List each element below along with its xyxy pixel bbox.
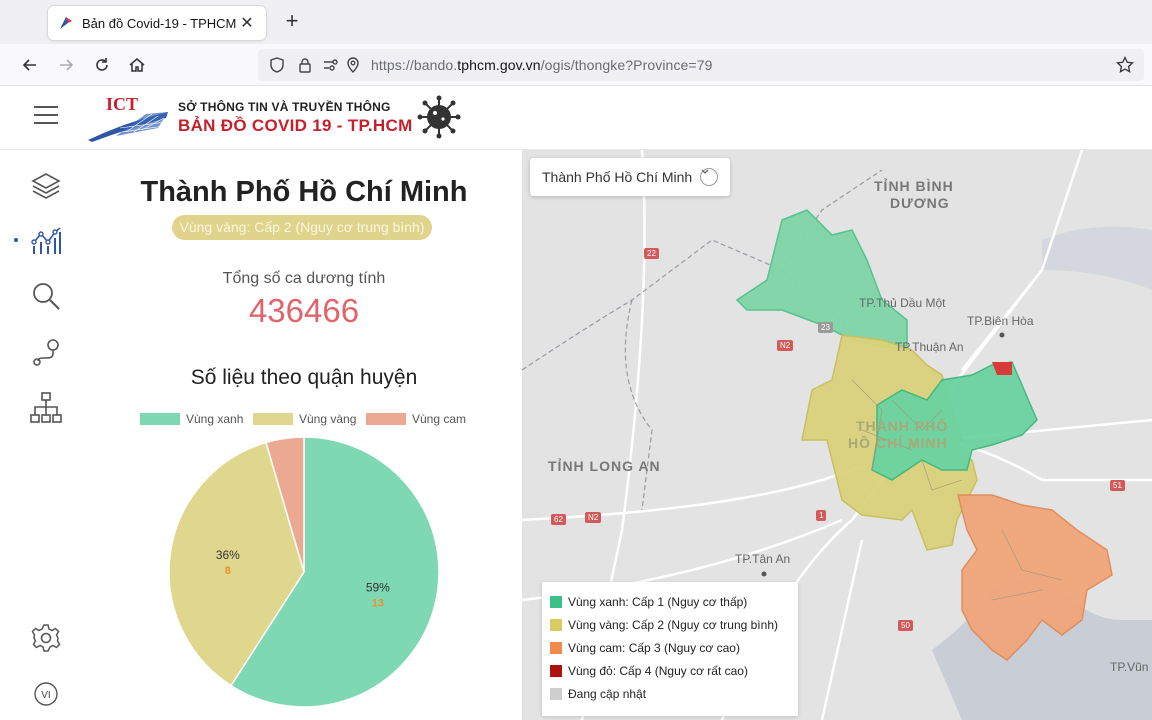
road-badge: 23 bbox=[818, 322, 833, 333]
tab-title: Bản đồ Covid-19 - TPHCM bbox=[82, 15, 237, 31]
shield-icon[interactable] bbox=[268, 56, 286, 74]
active-indicator bbox=[14, 238, 18, 242]
permissions-icon[interactable] bbox=[322, 56, 340, 74]
chevron-down-icon[interactable] bbox=[700, 168, 718, 186]
back-icon[interactable] bbox=[17, 52, 43, 78]
map-label-thu-dau-mot: TP.Thủ Dầu Một bbox=[859, 296, 946, 310]
tan-an-marker bbox=[761, 571, 767, 577]
map-legend: Vùng xanh: Cấp 1 (Nguy cơ thấp) Vùng vàng… bbox=[542, 582, 798, 716]
lake-area bbox=[1042, 226, 1152, 290]
site-header: ICT SỞ THÔNG TIN VÀ TRUYỀN THÔNG BẢN ĐỒ … bbox=[0, 86, 1152, 150]
ict-logo: ICT bbox=[88, 94, 168, 142]
home-icon[interactable] bbox=[124, 52, 150, 78]
pie-percent-label: 59% bbox=[366, 581, 390, 595]
map-legend-swatch bbox=[550, 641, 562, 654]
map-label-hcm-1: THÀNH PHỐ bbox=[856, 418, 949, 434]
map-legend-item: Vùng đỏ: Cấp 4 (Nguy cơ rất cao) bbox=[550, 659, 790, 682]
map-legend-item: Vùng xanh: Cấp 1 (Nguy cơ thấp) bbox=[550, 590, 790, 613]
site-favicon-icon bbox=[60, 17, 72, 29]
road-badge: 50 bbox=[898, 620, 913, 631]
road-badge: N2 bbox=[585, 512, 602, 523]
map-label-binh-duong-2: DƯƠNG bbox=[890, 195, 950, 211]
road-badge: 62 bbox=[551, 514, 566, 525]
location-icon[interactable] bbox=[344, 56, 362, 74]
search-icon[interactable] bbox=[28, 278, 64, 314]
url-domain: tphcm.gov.vn bbox=[457, 57, 541, 73]
url-path: /ogis/thongke?Province=79 bbox=[540, 57, 713, 73]
app-title: BẢN ĐỒ COVID 19 - TP.HCM bbox=[178, 116, 413, 135]
map-legend-item: Đang cập nhật bbox=[550, 682, 790, 705]
org-chart-icon[interactable] bbox=[28, 390, 64, 426]
map-label-bien-hoa: TP.Biên Hòa bbox=[967, 314, 1034, 328]
url-prefix: https://bando. bbox=[371, 57, 458, 73]
map-legend-swatch bbox=[550, 687, 562, 700]
map-view[interactable]: Thành Phố Hồ Chí Minh TỈNH BÌNH DƯƠNG TP… bbox=[522, 150, 1152, 720]
map-label-hcm-2: HỒ CHÍ MINH bbox=[848, 435, 948, 451]
map-legend-label: Đang cập nhật bbox=[568, 686, 647, 701]
layers-icon[interactable] bbox=[28, 168, 64, 204]
org-name: SỞ THÔNG TIN VÀ TRUYỀN THÔNG bbox=[178, 100, 391, 114]
map-label-long-an: TỈNH LONG AN bbox=[548, 458, 661, 474]
reload-icon[interactable] bbox=[89, 52, 115, 78]
map-legend-label: Vùng vàng: Cấp 2 (Nguy cơ trung bình) bbox=[568, 617, 778, 632]
map-legend-item: Vùng vàng: Cấp 2 (Nguy cơ trung bình) bbox=[550, 613, 790, 636]
new-tab-icon[interactable]: + bbox=[280, 10, 304, 34]
map-legend-item: Vùng cam: Cấp 3 (Nguy cơ cao) bbox=[550, 636, 790, 659]
pie-count-label: 8 bbox=[225, 565, 231, 577]
map-label-thuan-an: TP.Thuận An bbox=[895, 340, 964, 354]
pie-count-label: 13 bbox=[372, 598, 384, 610]
map-legend-swatch bbox=[550, 618, 562, 631]
road-badge: 1 bbox=[816, 510, 827, 521]
browser-nav-bar: https://bando.tphcm.gov.vn/ogis/thongke?… bbox=[0, 44, 1152, 86]
road-badge: 22 bbox=[644, 248, 659, 259]
browser-tab[interactable]: Bản đồ Covid-19 - TPHCM ✕ bbox=[48, 6, 266, 40]
forward-icon[interactable] bbox=[53, 52, 79, 78]
tab-close-icon[interactable]: ✕ bbox=[238, 13, 256, 33]
map-legend-label: Vùng xanh: Cấp 1 (Nguy cơ thấp) bbox=[568, 594, 748, 609]
bien-hoa-marker bbox=[999, 332, 1005, 338]
icon-rail: VI bbox=[0, 150, 86, 720]
map-label-tan-an: TP.Tân An bbox=[735, 552, 791, 566]
map-legend-swatch bbox=[550, 595, 562, 608]
map-legend-swatch bbox=[550, 664, 562, 677]
settings-icon[interactable] bbox=[28, 620, 64, 656]
svg-text:ICT: ICT bbox=[106, 94, 138, 114]
bookmark-star-icon[interactable] bbox=[1116, 56, 1134, 74]
address-bar[interactable]: https://bando.tphcm.gov.vn/ogis/thongke?… bbox=[258, 49, 1144, 81]
virus-icon bbox=[417, 95, 461, 139]
lock-icon[interactable] bbox=[296, 56, 314, 74]
map-legend-label: Vùng cam: Cấp 3 (Nguy cơ cao) bbox=[568, 640, 740, 655]
map-label-binh-duong-1: TỈNH BÌNH bbox=[874, 178, 954, 194]
chart-icon[interactable] bbox=[28, 223, 64, 259]
browser-tab-bar: Bản đồ Covid-19 - TPHCM ✕ + bbox=[0, 0, 1152, 44]
province-select-value: Thành Phố Hồ Chí Minh bbox=[542, 169, 693, 185]
pie-percent-label: 36% bbox=[216, 548, 240, 562]
language-code: VI bbox=[41, 690, 50, 701]
url-text[interactable]: https://bando.tphcm.gov.vn/ogis/thongke?… bbox=[371, 57, 712, 73]
stats-panel: Thành Phố Hồ Chí Minh Vùng vàng: Cấp 2 (… bbox=[86, 150, 522, 720]
map-legend-label: Vùng đỏ: Cấp 4 (Nguy cơ rất cao) bbox=[568, 663, 748, 678]
province-select[interactable]: Thành Phố Hồ Chí Minh bbox=[530, 158, 730, 196]
route-icon[interactable] bbox=[28, 334, 64, 370]
menu-icon[interactable] bbox=[34, 106, 58, 126]
road-badge: 51 bbox=[1110, 480, 1125, 491]
map-label-vung-tau: TP.Vũn bbox=[1110, 660, 1149, 674]
road-badge: N2 bbox=[777, 340, 794, 351]
district-pie-chart: 59% 13 36% 8 bbox=[168, 436, 440, 708]
language-icon[interactable]: VI bbox=[28, 676, 64, 712]
